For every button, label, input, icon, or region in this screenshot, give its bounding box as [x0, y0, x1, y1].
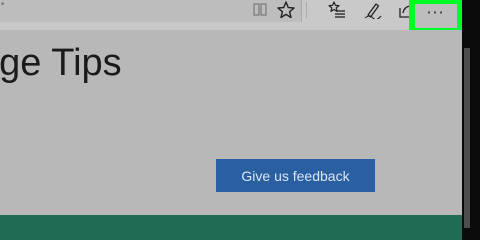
address-bar-text: • — [0, 0, 6, 10]
more-actions-button[interactable]: ··· — [414, 3, 457, 28]
scrollbar-thumb[interactable] — [464, 48, 470, 228]
browser-toolbar: • — [0, 0, 462, 30]
scrollbar[interactable] — [462, 0, 480, 240]
toolbar-divider — [306, 2, 307, 18]
more-icon: ··· — [426, 3, 445, 22]
footer-band — [0, 215, 462, 240]
pen-icon[interactable] — [362, 0, 384, 20]
star-icon[interactable] — [275, 0, 297, 20]
more-actions-highlight: ··· — [409, 0, 462, 32]
give-feedback-button[interactable]: Give us feedback — [216, 159, 375, 192]
page-title: dge Tips — [0, 42, 122, 84]
reading-view-icon[interactable] — [250, 0, 270, 20]
page-content: dge Tips Give us feedback — [0, 30, 462, 240]
favorites-list-icon[interactable] — [326, 0, 348, 20]
